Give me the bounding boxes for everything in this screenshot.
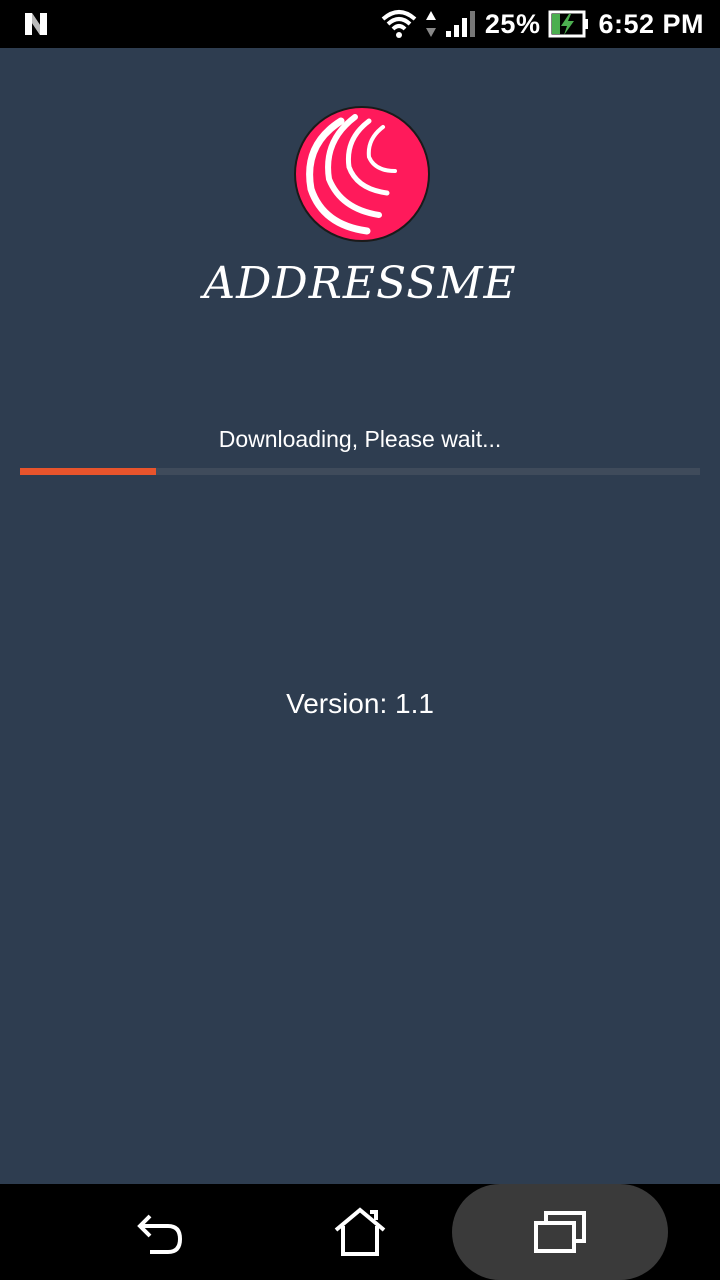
app-logo-icon xyxy=(294,106,430,242)
n-notification-icon xyxy=(25,13,47,35)
status-icons: 25% 6:52 PM xyxy=(381,0,704,48)
home-button[interactable] xyxy=(310,1184,410,1280)
back-button[interactable] xyxy=(110,1184,210,1280)
download-progress-fill xyxy=(20,468,156,475)
wifi-icon xyxy=(381,10,417,38)
home-icon xyxy=(334,1207,386,1256)
signal-icon xyxy=(445,11,475,37)
battery-charging-icon xyxy=(548,10,589,38)
battery-percent: 25% xyxy=(484,8,541,39)
download-progress-bar xyxy=(20,468,700,475)
clock: 6:52 PM xyxy=(598,8,704,39)
status-bar: 25% 6:52 PM xyxy=(0,0,720,48)
back-icon xyxy=(137,1214,183,1254)
loading-message: Downloading, Please wait... xyxy=(218,426,502,452)
recent-apps-button[interactable] xyxy=(452,1184,668,1280)
version-label: Version: 1.1 xyxy=(286,688,434,719)
app-name: ADDRESSME xyxy=(203,258,517,309)
navigation-bar xyxy=(0,1184,720,1280)
recent-apps-icon xyxy=(534,1211,586,1253)
data-arrows-icon xyxy=(425,11,436,37)
splash-screen: ADDRESSME Downloading, Please wait... Ve… xyxy=(0,48,720,1184)
